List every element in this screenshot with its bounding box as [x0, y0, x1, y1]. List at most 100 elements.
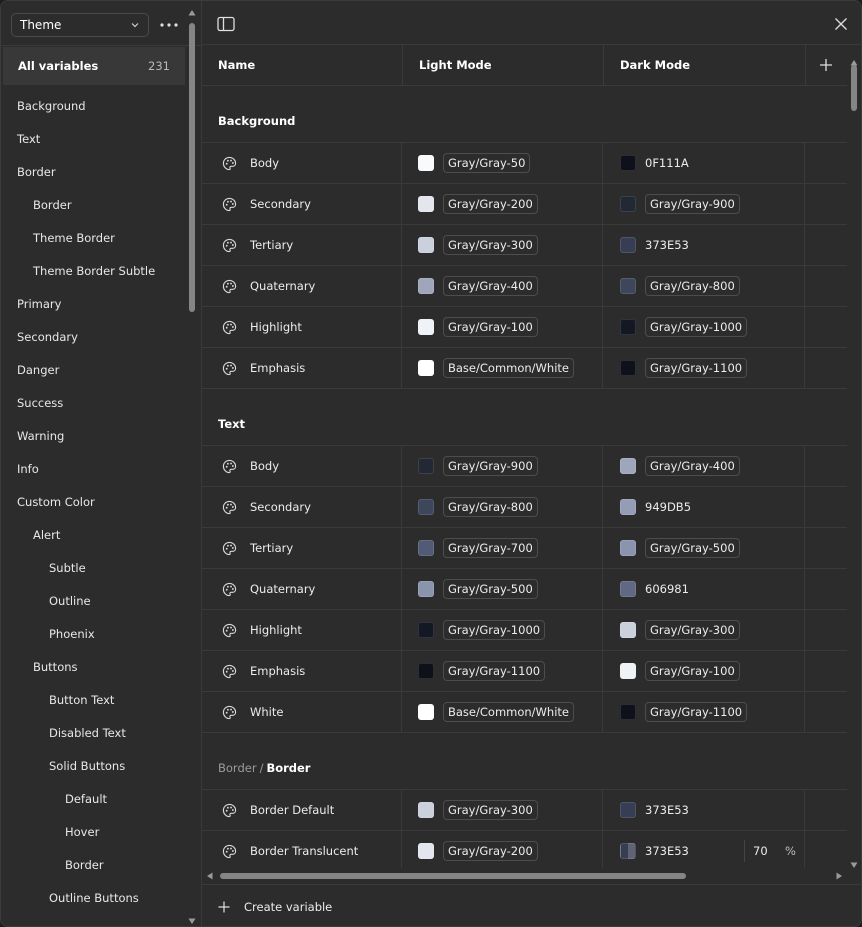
opacity-field[interactable]: 70%	[744, 840, 796, 862]
table-vertical-scrollbar[interactable]	[848, 59, 860, 869]
color-swatch[interactable]	[620, 458, 636, 474]
sidebar-group-item[interactable]: Solid Buttons	[1, 749, 185, 782]
hex-value[interactable]: 949DB5	[645, 500, 691, 514]
color-swatch[interactable]	[418, 237, 434, 253]
sidebar-group-item[interactable]: Custom Color	[1, 485, 185, 518]
variable-alias-chip[interactable]: Gray/Gray-500	[645, 538, 740, 558]
light-mode-cell[interactable]: Gray/Gray-1100	[403, 651, 603, 691]
variable-alias-chip[interactable]: Gray/Gray-100	[443, 317, 538, 337]
sidebar-group-item[interactable]: Outline Buttons	[1, 881, 185, 914]
column-header-name[interactable]: Name	[202, 45, 402, 85]
variable-name-cell[interactable]: Emphasis	[202, 651, 402, 691]
sidebar-group-item[interactable]: Text	[1, 122, 185, 155]
variable-alias-chip[interactable]: Gray/Gray-300	[645, 620, 740, 640]
variable-name[interactable]: Highlight	[250, 320, 302, 334]
color-swatch[interactable]	[418, 458, 434, 474]
variable-alias-chip[interactable]: Gray/Gray-700	[443, 538, 538, 558]
sidebar-group-item[interactable]: Theme Border Subtle	[1, 254, 185, 287]
table-row[interactable]: Emphasis Gray/Gray-1100 Gray/Gray-100	[202, 651, 847, 692]
variable-alias-chip[interactable]: Gray/Gray-400	[645, 456, 740, 476]
sidebar-group-item[interactable]: Danger	[1, 353, 185, 386]
table-row[interactable]: Emphasis Base/Common/White Gray/Gray-1100	[202, 348, 847, 389]
sidebar-group-item[interactable]: Warning	[1, 419, 185, 452]
sidebar-scrollbar[interactable]	[187, 9, 197, 925]
sidebar-group-item[interactable]: Primary	[1, 287, 185, 320]
light-mode-cell[interactable]: Gray/Gray-700	[403, 528, 603, 568]
sidebar-group-item[interactable]: Buttons	[1, 650, 185, 683]
color-swatch[interactable]	[620, 540, 636, 556]
light-mode-cell[interactable]: Base/Common/White	[403, 348, 603, 388]
dark-mode-cell[interactable]: Gray/Gray-300	[604, 610, 805, 650]
sidebar-group-item[interactable]: Phoenix	[1, 617, 185, 650]
sidebar-group-item[interactable]: Secondary	[1, 320, 185, 353]
variable-alias-chip[interactable]: Gray/Gray-200	[443, 841, 538, 861]
variable-alias-chip[interactable]: Gray/Gray-400	[443, 276, 538, 296]
table-horizontal-scrollbar[interactable]	[202, 869, 847, 883]
light-mode-cell[interactable]: Gray/Gray-300	[403, 790, 603, 830]
scroll-left-arrow-icon[interactable]	[206, 872, 214, 880]
column-header-dark-mode[interactable]: Dark Mode	[604, 45, 805, 85]
variable-alias-chip[interactable]: Base/Common/White	[443, 358, 574, 378]
variable-name-cell[interactable]: Tertiary	[202, 225, 402, 265]
light-mode-cell[interactable]: Gray/Gray-500	[403, 569, 603, 609]
sidebar-group-item[interactable]: Default	[1, 782, 185, 815]
color-swatch[interactable]	[418, 278, 434, 294]
color-swatch[interactable]	[620, 196, 636, 212]
light-mode-cell[interactable]: Gray/Gray-1000	[403, 610, 603, 650]
dark-mode-cell[interactable]: Gray/Gray-1100	[604, 348, 805, 388]
color-swatch[interactable]	[620, 581, 636, 597]
all-variables-item[interactable]: All variables 231	[3, 47, 185, 85]
table-row[interactable]: Highlight Gray/Gray-100 Gray/Gray-1000	[202, 307, 847, 348]
color-swatch[interactable]	[418, 622, 434, 638]
scroll-up-arrow-icon[interactable]	[188, 9, 196, 17]
variable-name[interactable]: Secondary	[250, 500, 311, 514]
column-divider[interactable]	[805, 45, 806, 85]
table-row[interactable]: Border Translucent Gray/Gray-200 373E53 70%	[202, 831, 847, 868]
scroll-down-arrow-icon[interactable]	[188, 917, 196, 925]
light-mode-cell[interactable]: Gray/Gray-50	[403, 143, 603, 183]
table-row[interactable]: Secondary Gray/Gray-800 949DB5	[202, 487, 847, 528]
dark-mode-cell[interactable]: 0F111A	[604, 143, 805, 183]
hex-value[interactable]: 606981	[645, 582, 689, 596]
variable-name-cell[interactable]: Secondary	[202, 487, 402, 527]
variable-name-cell[interactable]: Quaternary	[202, 266, 402, 306]
table-row[interactable]: Highlight Gray/Gray-1000 Gray/Gray-300	[202, 610, 847, 651]
collection-select[interactable]: Theme	[11, 13, 149, 37]
hex-value[interactable]: 373E53	[645, 844, 689, 858]
light-mode-cell[interactable]: Gray/Gray-400	[403, 266, 603, 306]
horizontal-scrollbar-thumb[interactable]	[220, 873, 686, 879]
variable-name[interactable]: Body	[250, 459, 279, 473]
color-swatch[interactable]	[418, 843, 434, 859]
add-mode-plus-icon[interactable]	[818, 57, 834, 73]
variable-alias-chip[interactable]: Gray/Gray-1100	[645, 358, 748, 378]
variable-name-cell[interactable]: Highlight	[202, 307, 402, 347]
table-row[interactable]: Tertiary Gray/Gray-700 Gray/Gray-500	[202, 528, 847, 569]
color-swatch[interactable]	[620, 843, 636, 859]
column-header-light-mode[interactable]: Light Mode	[403, 45, 603, 85]
sidebar-group-item[interactable]: Button Text	[1, 683, 185, 716]
light-mode-cell[interactable]: Gray/Gray-900	[403, 446, 603, 486]
variable-alias-chip[interactable]: Gray/Gray-1100	[645, 702, 748, 722]
variable-alias-chip[interactable]: Gray/Gray-300	[443, 235, 538, 255]
close-icon[interactable]	[834, 17, 848, 31]
color-swatch[interactable]	[418, 155, 434, 171]
color-swatch[interactable]	[418, 360, 434, 376]
variable-alias-chip[interactable]: Gray/Gray-800	[645, 276, 740, 296]
variable-alias-chip[interactable]: Gray/Gray-1000	[443, 620, 546, 640]
color-swatch[interactable]	[620, 319, 636, 335]
hex-value[interactable]: 0F111A	[645, 156, 689, 170]
variable-alias-chip[interactable]: Gray/Gray-300	[443, 800, 538, 820]
variable-name-cell[interactable]: Secondary	[202, 184, 402, 224]
color-swatch[interactable]	[418, 499, 434, 515]
variable-name[interactable]: Body	[250, 156, 279, 170]
color-swatch[interactable]	[418, 581, 434, 597]
dark-mode-cell[interactable]: Gray/Gray-100	[604, 651, 805, 691]
scroll-down-arrow-icon[interactable]	[850, 861, 858, 869]
color-swatch[interactable]	[418, 196, 434, 212]
table-row[interactable]: Border Default Gray/Gray-300 373E53	[202, 790, 847, 831]
sidebar-group-item[interactable]: Border	[1, 188, 185, 221]
variable-name[interactable]: Tertiary	[250, 238, 293, 252]
table-row[interactable]: Secondary Gray/Gray-200 Gray/Gray-900	[202, 184, 847, 225]
variable-name[interactable]: Highlight	[250, 623, 302, 637]
light-mode-cell[interactable]: Gray/Gray-100	[403, 307, 603, 347]
